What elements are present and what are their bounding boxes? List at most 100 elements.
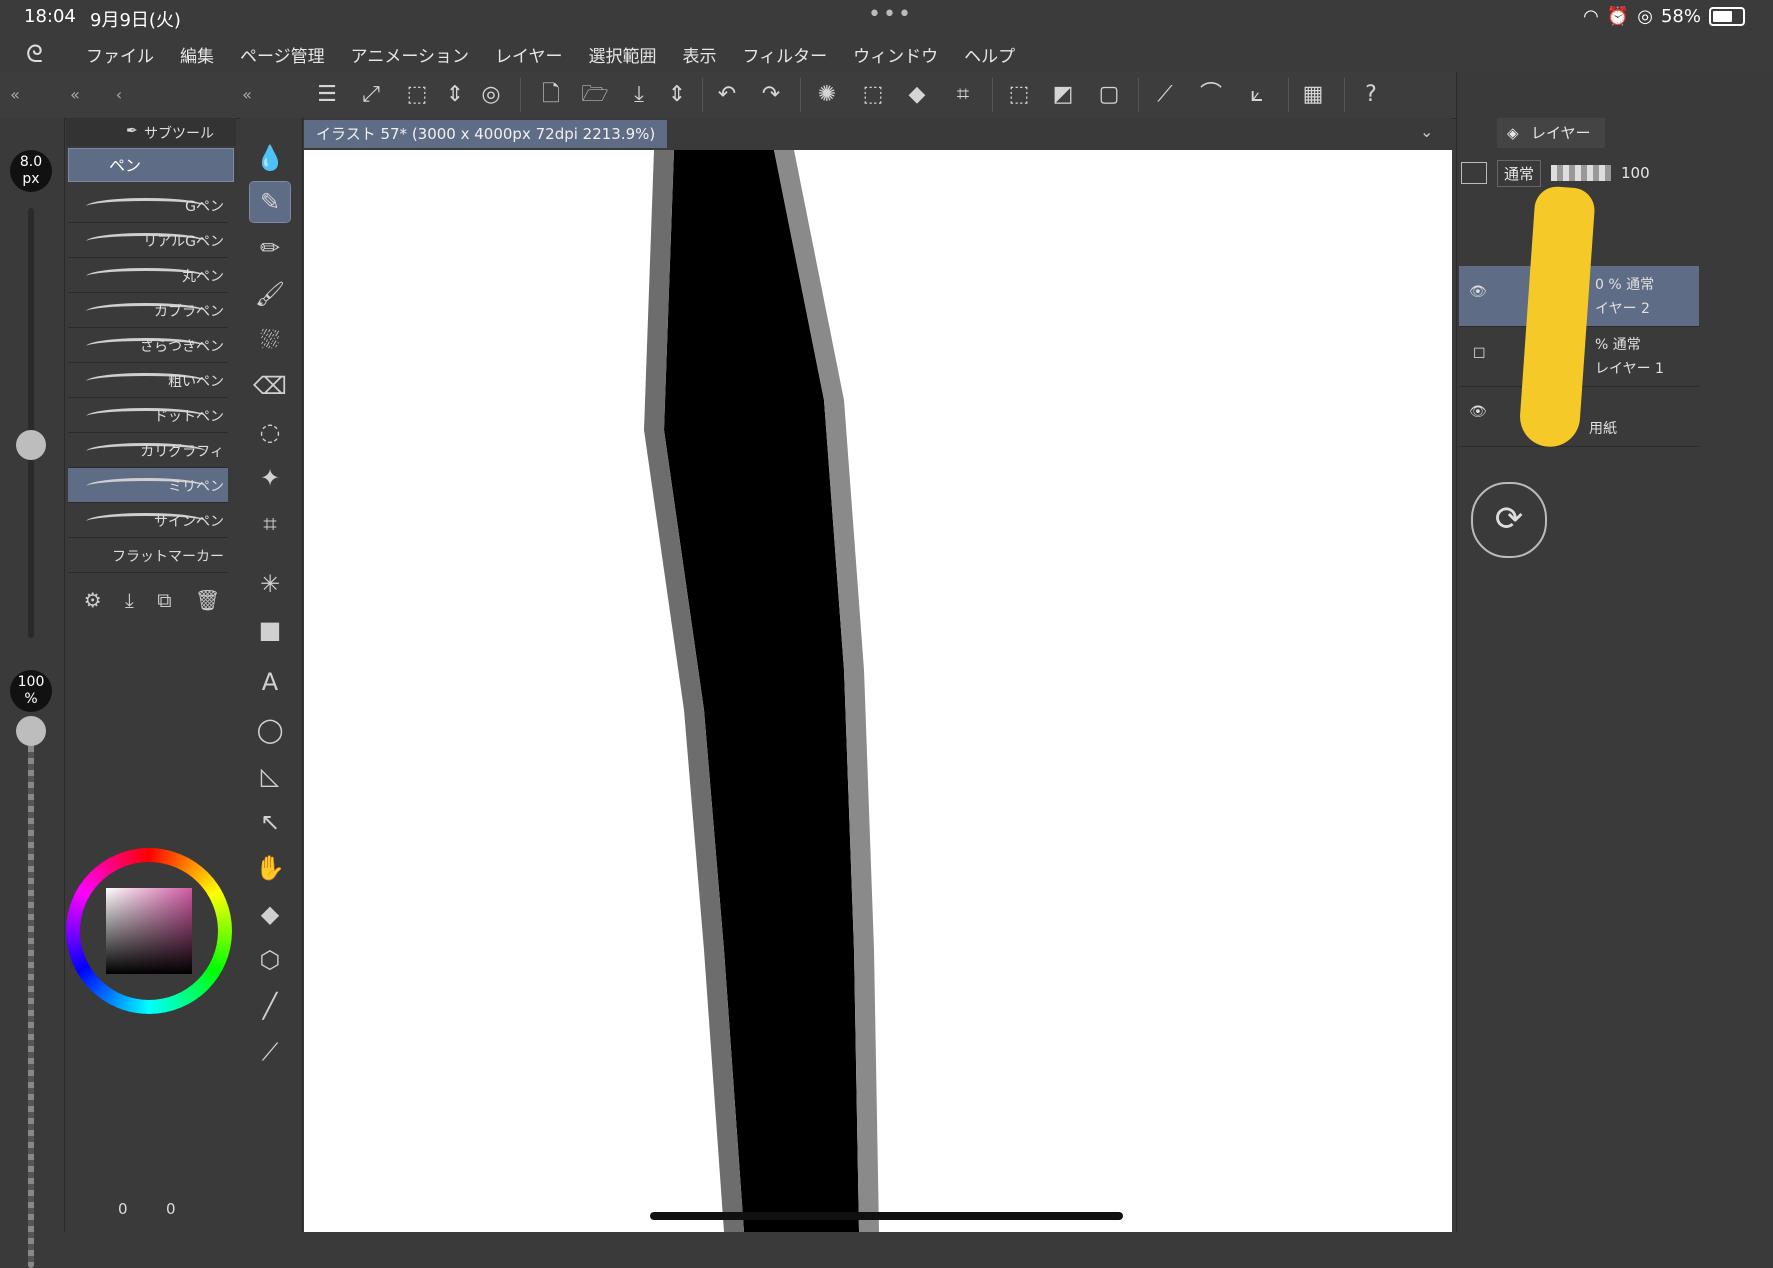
menu-animation[interactable]: アニメーション xyxy=(351,42,469,67)
brush-size-knob[interactable] xyxy=(16,430,46,460)
gradient-tool-icon[interactable]: ■ xyxy=(250,610,290,650)
hand-tool-icon[interactable]: ✋ xyxy=(250,848,290,888)
menu-view[interactable]: 表示 xyxy=(683,42,717,67)
menu-filter[interactable]: フィルター xyxy=(743,42,828,67)
airbrush-tool-icon[interactable]: ⛆ xyxy=(250,320,290,360)
opacity-slider[interactable] xyxy=(28,728,34,1268)
canvas-tab[interactable]: イラスト 57* (3000 x 4000px 72dpi 2213.9%) xyxy=(304,120,668,148)
chevron-down-icon[interactable]: ⌄ xyxy=(1420,122,1433,141)
menu-layer[interactable]: レイヤー xyxy=(495,42,563,67)
chevron-left-icon[interactable]: ‹ xyxy=(104,80,134,110)
ruler-icon[interactable]: ⟋ xyxy=(1150,80,1180,110)
layer-opacity-value[interactable]: 100 xyxy=(1621,164,1650,182)
brush-item-rough-pen[interactable]: ざらつきペン xyxy=(68,328,228,363)
eraser-tool-icon[interactable]: ⌫ xyxy=(250,366,290,406)
subtool-group[interactable]: ペン xyxy=(68,148,234,182)
brush-item-calligraphy[interactable]: カリグラフィ xyxy=(68,433,228,468)
menu-help[interactable]: ヘルプ xyxy=(964,42,1015,67)
crop-icon[interactable]: ⌗ xyxy=(948,80,978,110)
select-all-icon[interactable]: ⬚ xyxy=(858,80,888,110)
visibility-checkbox[interactable]: ☐ xyxy=(1473,346,1486,362)
pen-tool-icon: ✒ xyxy=(126,123,138,139)
collapse-icon[interactable]: « xyxy=(60,80,90,110)
collapse-tools-icon[interactable]: « xyxy=(232,80,262,110)
brush-item-g-pen[interactable]: Gペン xyxy=(68,188,228,223)
eyedropper-tool-icon[interactable]: ⟋ xyxy=(250,1032,290,1072)
opacity-knob[interactable] xyxy=(16,716,46,746)
rotate-canvas-icon[interactable]: ⟳ xyxy=(1471,482,1547,558)
brush-item-maru-pen[interactable]: 丸ペン xyxy=(68,258,228,293)
eye-icon[interactable]: 👁 xyxy=(1469,284,1487,300)
home-indicator[interactable] xyxy=(650,1212,1123,1220)
canvas-size-icon[interactable]: ⤢ xyxy=(356,80,386,110)
delete-icon[interactable]: 🗑 xyxy=(195,588,220,618)
arrows-updown-2-icon[interactable]: ⇕ xyxy=(662,80,692,110)
brush-item-flat-marker[interactable]: フラットマーカー xyxy=(68,538,228,573)
brush-icon[interactable]: ⌒ xyxy=(1196,80,1226,110)
redo-icon[interactable]: ↷ xyxy=(756,80,786,110)
mesh-tool-icon[interactable]: ⌗ xyxy=(250,504,290,544)
multitasking-dots-icon[interactable]: ••• xyxy=(868,2,913,27)
loading-icon[interactable]: ✺ xyxy=(812,80,842,110)
pen-tool-icon[interactable]: ✎ xyxy=(249,181,291,223)
open-folder-icon[interactable]: 🗁 xyxy=(580,80,610,110)
blend-mode-select[interactable]: 通常 xyxy=(1497,159,1542,187)
subtool-header: ✒ サブツール xyxy=(66,118,236,146)
tablet-icon[interactable]: ▦ xyxy=(1298,80,1328,110)
magic-wand-tool-icon[interactable]: ✦ xyxy=(250,458,290,498)
brush-item-dot-pen[interactable]: ドットペン xyxy=(68,398,228,433)
eye-icon[interactable]: 👁 xyxy=(1469,404,1487,420)
straight-line-icon[interactable]: ⟀ xyxy=(1242,80,1272,110)
quick-access-icon[interactable]: ◎ xyxy=(476,80,506,110)
balloon-tool-icon[interactable]: ◯ xyxy=(250,710,290,750)
drawing-canvas[interactable] xyxy=(304,150,1452,1232)
brush-item-milli-pen[interactable]: ミリペン xyxy=(68,468,228,503)
move-tool-icon[interactable]: ↖ xyxy=(250,802,290,842)
invert-selection-icon[interactable]: ◩ xyxy=(1048,80,1078,110)
brush-item-kabura-pen[interactable]: カブラペン xyxy=(68,293,228,328)
menu-edit[interactable]: 編集 xyxy=(180,42,214,67)
app-logo-icon[interactable]: ᘓ xyxy=(26,40,56,68)
help-icon[interactable]: ? xyxy=(1356,80,1386,110)
color-wheel[interactable] xyxy=(66,848,232,1014)
duplicate-icon[interactable]: ⧉ xyxy=(157,588,171,618)
menu-file[interactable]: ファイル xyxy=(86,42,154,67)
menu-page[interactable]: ページ管理 xyxy=(240,42,325,67)
brush-item-real-g-pen[interactable]: リアルGペン xyxy=(68,223,228,258)
brush-item-sign-pen[interactable]: サインペン xyxy=(68,503,228,538)
opacity-bar[interactable] xyxy=(1551,165,1612,181)
fill-icon[interactable]: ◆ xyxy=(902,80,932,110)
text-tool-icon[interactable]: A xyxy=(250,662,290,702)
menu-selection[interactable]: 選択範囲 xyxy=(589,42,657,67)
brush-item-coarse-pen[interactable]: 粗いペン xyxy=(68,363,228,398)
collapse-left-icon[interactable]: « xyxy=(0,80,30,110)
save-icon[interactable]: ⤓ xyxy=(624,80,654,110)
fill-tool-icon[interactable]: ◆ xyxy=(250,894,290,934)
deselect-icon[interactable]: ⬚ xyxy=(1004,80,1034,110)
color-sv-square[interactable] xyxy=(106,888,192,974)
brush-tool-icon[interactable]: 🖌 xyxy=(250,274,290,314)
frame-tool-icon[interactable]: ◺ xyxy=(250,756,290,796)
pencil-tool-icon[interactable]: ✏ xyxy=(250,228,290,268)
layer-meta: % 通常 xyxy=(1595,337,1641,353)
arrows-updown-icon[interactable]: ⇕ xyxy=(440,80,470,110)
new-file-icon[interactable]: 🗋 xyxy=(536,80,566,110)
subtool-settings-icon[interactable]: ⚙ xyxy=(84,588,102,618)
menu-window[interactable]: ウィンドウ xyxy=(853,42,938,67)
import-icon[interactable]: ⤓ xyxy=(125,588,134,618)
layer-color-box[interactable] xyxy=(1461,162,1487,184)
subtool-tab-label[interactable]: サブツール xyxy=(144,123,214,143)
transform-icon[interactable]: ⬚ xyxy=(402,80,432,110)
layer-tab[interactable]: ◈ レイヤー xyxy=(1497,118,1605,148)
line-tool-icon[interactable]: ╱ xyxy=(250,986,290,1026)
selection-border-icon[interactable]: ▢ xyxy=(1094,80,1124,110)
object-tool-icon[interactable]: ⬡ xyxy=(250,940,290,980)
undo-icon[interactable]: ↶ xyxy=(712,80,742,110)
hamburger-menu-icon[interactable]: ☰ xyxy=(312,80,342,110)
blend-tool-icon[interactable]: 💧 xyxy=(250,138,290,178)
sparkle-tool-icon[interactable]: ✳ xyxy=(250,564,290,604)
opacity-unit: % xyxy=(24,691,38,707)
brush-size-slider[interactable] xyxy=(28,208,34,638)
lasso-tool-icon[interactable]: ◌ xyxy=(250,412,290,452)
layer-name: レイヤー 1 xyxy=(1595,361,1664,377)
